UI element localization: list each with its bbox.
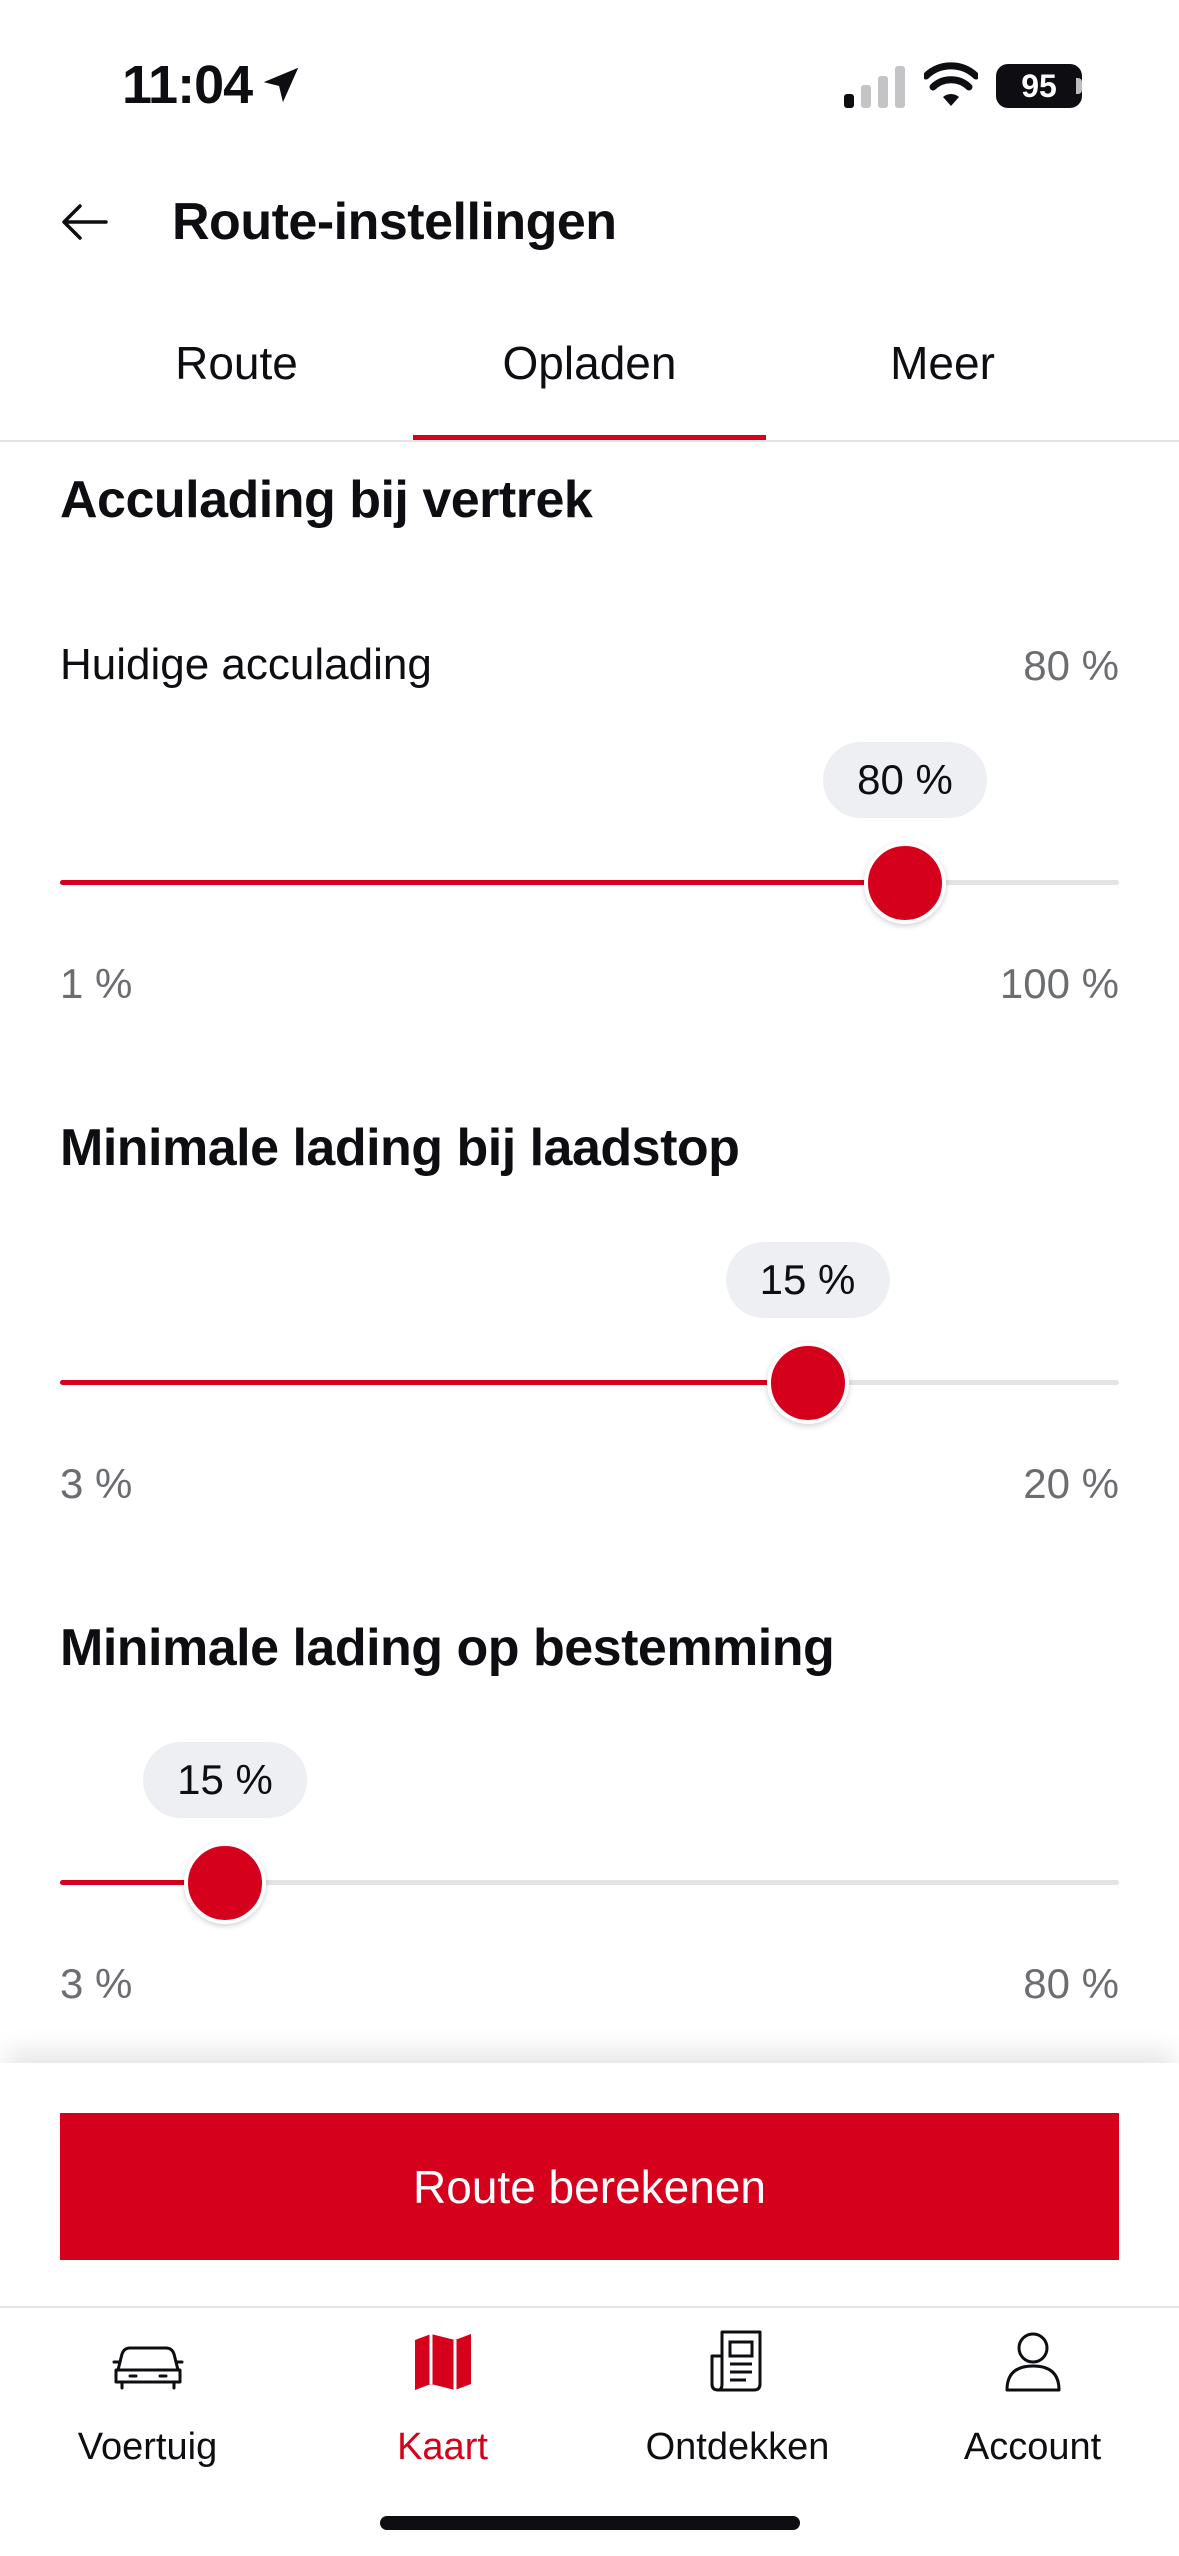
- calculate-route-button[interactable]: Route berekenen: [60, 2113, 1119, 2260]
- slider-thumb[interactable]: [766, 1342, 849, 1424]
- bottom-navigation: Voertuig Kaart Ontdekken Account: [0, 2308, 1179, 2478]
- wifi-icon: [924, 62, 978, 106]
- nav-item-kaart[interactable]: Kaart: [295, 2308, 590, 2478]
- user-icon: [1005, 2332, 1060, 2392]
- cellular-signal-icon: [844, 66, 905, 108]
- nav-label-account: Account: [963, 2426, 1102, 2468]
- slider-min-charging-stop: 3 %: [60, 1460, 133, 1507]
- slider-min-departure: 1 %: [60, 960, 133, 1007]
- current-charge-label: Huidige acculading: [60, 640, 432, 689]
- status-time: 11:04: [122, 55, 253, 115]
- page-header: Route-instellingen: [0, 170, 1179, 280]
- section-title-charging-stop: Minimale lading bij laadstop: [60, 1119, 740, 1177]
- tab-route[interactable]: Route: [60, 320, 413, 440]
- nav-item-ontdekken[interactable]: Ontdekken: [590, 2308, 885, 2478]
- news-icon: [710, 2330, 761, 2392]
- battery-cap: [1076, 78, 1082, 94]
- nav-label-kaart: Kaart: [397, 2426, 488, 2468]
- current-charge-value: 80 %: [1023, 642, 1119, 689]
- slider-bubble-destination: 15 %: [143, 1742, 308, 1818]
- section-title-destination: Minimale lading op bestemming: [60, 1619, 835, 1677]
- back-arrow-icon[interactable]: [56, 194, 112, 250]
- nav-item-account[interactable]: Account: [885, 2308, 1179, 2478]
- location-arrow-icon: [263, 67, 299, 103]
- battery-level: 95: [1021, 67, 1057, 104]
- slider-min-destination: 3 %: [60, 1960, 133, 2007]
- slider-bubble-departure: 80 %: [823, 742, 988, 818]
- tab-meer[interactable]: Meer: [766, 320, 1119, 440]
- nav-item-voertuig[interactable]: Voertuig: [0, 2308, 295, 2478]
- slider-fill: [60, 880, 906, 885]
- tab-opladen[interactable]: Opladen: [413, 320, 766, 440]
- slider-bubble-charging-stop-text: 15 %: [759, 1256, 856, 1303]
- car-icon: [112, 2346, 183, 2390]
- battery-indicator: 95: [996, 64, 1082, 108]
- slider-bubble-departure-text: 80 %: [857, 756, 953, 803]
- slider-charging-stop[interactable]: [60, 1342, 1119, 1424]
- slider-bubble-destination-text: 15 %: [177, 1756, 273, 1803]
- slider-departure[interactable]: [60, 842, 1119, 924]
- slider-thumb[interactable]: [864, 842, 947, 924]
- section-title-departure: Acculading bij vertrek: [60, 471, 593, 529]
- slider-thumb[interactable]: [184, 1842, 267, 1924]
- page-title: Route-instellingen: [172, 193, 617, 251]
- tab-bar: Route Opladen Meer: [60, 320, 1120, 440]
- slider-max-charging-stop: 20 %: [1023, 1460, 1119, 1507]
- slider-destination[interactable]: [60, 1842, 1119, 1924]
- slider-max-destination: 80 %: [1023, 1960, 1119, 2007]
- map-icon: [414, 2334, 471, 2390]
- slider-max-departure: 100 %: [999, 960, 1119, 1007]
- status-bar: 11:04 95: [0, 0, 1179, 170]
- nav-label-ontdekken: Ontdekken: [645, 2426, 830, 2468]
- home-indicator: [380, 2516, 800, 2530]
- slider-bubble-charging-stop: 15 %: [725, 1242, 890, 1318]
- nav-label-voertuig: Voertuig: [77, 2426, 218, 2468]
- tabs-divider: [0, 440, 1179, 442]
- slider-fill: [60, 1380, 808, 1385]
